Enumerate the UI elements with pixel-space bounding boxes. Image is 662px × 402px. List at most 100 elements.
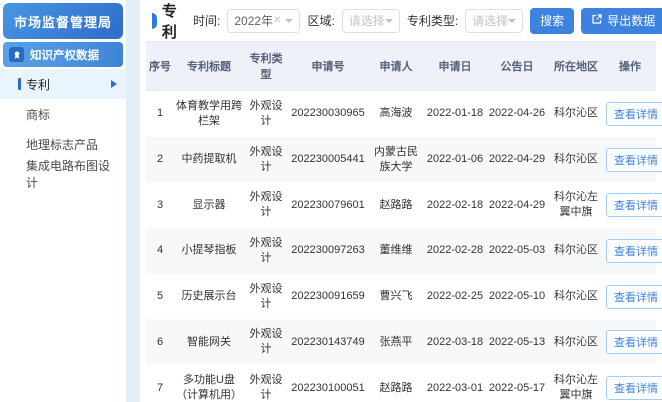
- view-details-button[interactable]: 查看详情: [606, 284, 662, 309]
- active-marker: [18, 78, 21, 90]
- cell-app-no: 202230100051: [291, 381, 365, 394]
- chevron-down-icon: [384, 18, 393, 23]
- cell-apply-date: 2022-01-06: [426, 153, 484, 166]
- time-filter-label: 时间:: [193, 14, 221, 28]
- cell-type: 外观设计: [249, 328, 283, 356]
- view-details-button[interactable]: 查看详情: [606, 147, 662, 172]
- cell-apply-date: 2022-01-18: [426, 107, 484, 120]
- col-region: 所在地区: [548, 41, 604, 91]
- cell-index: 7: [156, 381, 164, 394]
- cell-actions: 查看详情: [604, 137, 662, 183]
- time-select[interactable]: 2022年 ✕: [227, 8, 301, 33]
- search-button[interactable]: 搜索: [530, 7, 575, 34]
- view-details-button[interactable]: 查看详情: [606, 238, 662, 263]
- region-filter-label: 区域:: [307, 14, 335, 28]
- sidebar: 市场监督管理局 知识产权数据 专利 商标 地理标志产品 集成电路布图设计: [0, 0, 126, 402]
- patent-type-select[interactable]: 请选择: [465, 8, 524, 33]
- export-icon: [591, 13, 603, 28]
- table-row: 4 小提琴指板 外观设计 202230097263 董维维 2022-02-28 2022-…: [146, 228, 662, 274]
- arrow-right-icon: [111, 80, 117, 88]
- patent-table: 序号 专利标题 专利类型 申请号 申请人 申请日 公告日 所在地区 操作 1 体育…: [146, 41, 662, 402]
- cell-region: 科尔沁区: [554, 290, 598, 303]
- cell-apply-date: 2022-02-25: [426, 290, 484, 303]
- toolbar: 专利 时间: 2022年 ✕ 区域: 请选择 专利类型: 请选择 搜索 导出数据: [146, 0, 662, 42]
- view-details-button[interactable]: 查看详情: [606, 330, 662, 355]
- sidebar-item-label: 集成电路布图设计: [26, 159, 111, 190]
- cell-title: 显示器: [192, 198, 226, 211]
- cell-index: 5: [156, 290, 164, 303]
- cell-publish-date: 2022-05-13: [488, 335, 546, 348]
- cell-actions: 查看详情: [604, 319, 662, 365]
- cell-apply-date: 2022-03-18: [426, 335, 484, 348]
- cell-app-no: 202230097263: [291, 244, 365, 257]
- col-applicant: 申请人: [368, 41, 424, 91]
- col-index: 序号: [146, 41, 174, 91]
- cell-apply-date: 2022-02-18: [426, 198, 484, 211]
- chevron-down-icon: [508, 18, 517, 23]
- region-select[interactable]: 请选择: [341, 8, 400, 33]
- sidebar-item-patent[interactable]: 专利: [0, 69, 126, 99]
- cell-type: 外观设计: [249, 100, 283, 127]
- sidebar-item-label: 专利: [26, 77, 51, 92]
- sidebar-item-label: 地理标志产品: [26, 137, 99, 152]
- table-row: 3 显示器 外观设计 202230079601 赵路路 2022-02-18 2022-04…: [146, 182, 662, 228]
- cell-title: 中药提取机: [181, 153, 237, 166]
- view-details-button[interactable]: 查看详情: [606, 193, 662, 218]
- cell-publish-date: 2022-05-10: [488, 290, 546, 303]
- sidebar-item-geo-products[interactable]: 地理标志产品: [0, 129, 126, 159]
- app-title: 市场监督管理局: [3, 3, 123, 39]
- clear-icon[interactable]: ✕: [273, 15, 281, 26]
- cell-actions: 查看详情: [604, 91, 662, 137]
- cell-app-no: 202230143749: [291, 335, 365, 348]
- cell-applicant: 高海波: [379, 107, 413, 120]
- cell-app-no: 202230079601: [291, 198, 365, 211]
- cell-index: 6: [156, 335, 164, 348]
- cell-region: 科尔沁区: [554, 107, 598, 120]
- col-actions: 操作: [604, 41, 656, 91]
- region-select-placeholder: 请选择: [348, 14, 385, 28]
- view-details-button[interactable]: 查看详情: [606, 101, 662, 126]
- cell-region: 科尔沁左翼中旗: [554, 191, 598, 219]
- cell-region: 科尔沁区: [554, 153, 598, 166]
- cell-region: 科尔沁区: [554, 244, 598, 257]
- cell-actions: 查看详情: [604, 182, 662, 228]
- col-title: 专利标题: [174, 41, 244, 91]
- cell-publish-date: 2022-05-17: [488, 381, 546, 394]
- cell-region: 科尔沁区: [554, 335, 598, 348]
- cell-type: 外观设计: [249, 282, 283, 310]
- cell-publish-date: 2022-04-26: [488, 107, 546, 120]
- table-row: 6 智能网关 外观设计 202230143749 张燕平 2022-03-18 2022-0…: [146, 319, 662, 366]
- sidebar-section-label: 知识产权数据: [30, 49, 99, 62]
- cell-apply-date: 2022-03-01: [426, 381, 484, 394]
- page-title: 专利: [152, 0, 180, 42]
- table-row: 7 多功能U盘（计算机用） 外观设计 202230100051 赵路路 2022-03-0…: [146, 365, 662, 402]
- main-panel: 专利 时间: 2022年 ✕ 区域: 请选择 专利类型: 请选择 搜索 导出数据…: [140, 0, 662, 402]
- cell-publish-date: 2022-04-29: [488, 198, 546, 211]
- sidebar-item-trademark[interactable]: 商标: [0, 99, 126, 129]
- sidebar-item-label: 商标: [26, 107, 51, 122]
- cell-index: 2: [156, 153, 164, 166]
- cell-applicant: 张燕平: [379, 335, 413, 348]
- cell-type: 外观设计: [249, 374, 283, 401]
- cell-type: 外观设计: [249, 237, 283, 264]
- cell-actions: 查看详情: [604, 365, 662, 402]
- view-details-button[interactable]: 查看详情: [606, 375, 662, 400]
- export-button[interactable]: 导出数据: [581, 7, 662, 34]
- cell-app-no: 202230005441: [291, 153, 365, 166]
- col-apply-date: 申请日: [424, 41, 486, 91]
- cell-applicant: 赵路路: [379, 381, 413, 394]
- chevron-down-icon: [285, 18, 294, 23]
- cell-actions: 查看详情: [604, 274, 662, 320]
- patent-type-filter-label: 专利类型:: [406, 14, 459, 28]
- sidebar-item-ic-layout[interactable]: 集成电路布图设计: [0, 159, 126, 190]
- col-publish-date: 公告日: [486, 41, 548, 91]
- cell-type: 外观设计: [249, 145, 283, 173]
- cell-index: 1: [156, 107, 164, 120]
- cell-title: 智能网关: [187, 335, 231, 348]
- badge-icon: [9, 47, 24, 62]
- patent-type-select-placeholder: 请选择: [472, 14, 509, 28]
- table-body: 1 体育教学用跨栏架 外观设计 202230030965 高海波 2022-01-18 20…: [146, 91, 662, 402]
- cell-applicant: 董维维: [379, 244, 413, 257]
- title-accent-icon: [152, 12, 157, 29]
- sidebar-section-ip-data[interactable]: 知识产权数据: [3, 42, 123, 67]
